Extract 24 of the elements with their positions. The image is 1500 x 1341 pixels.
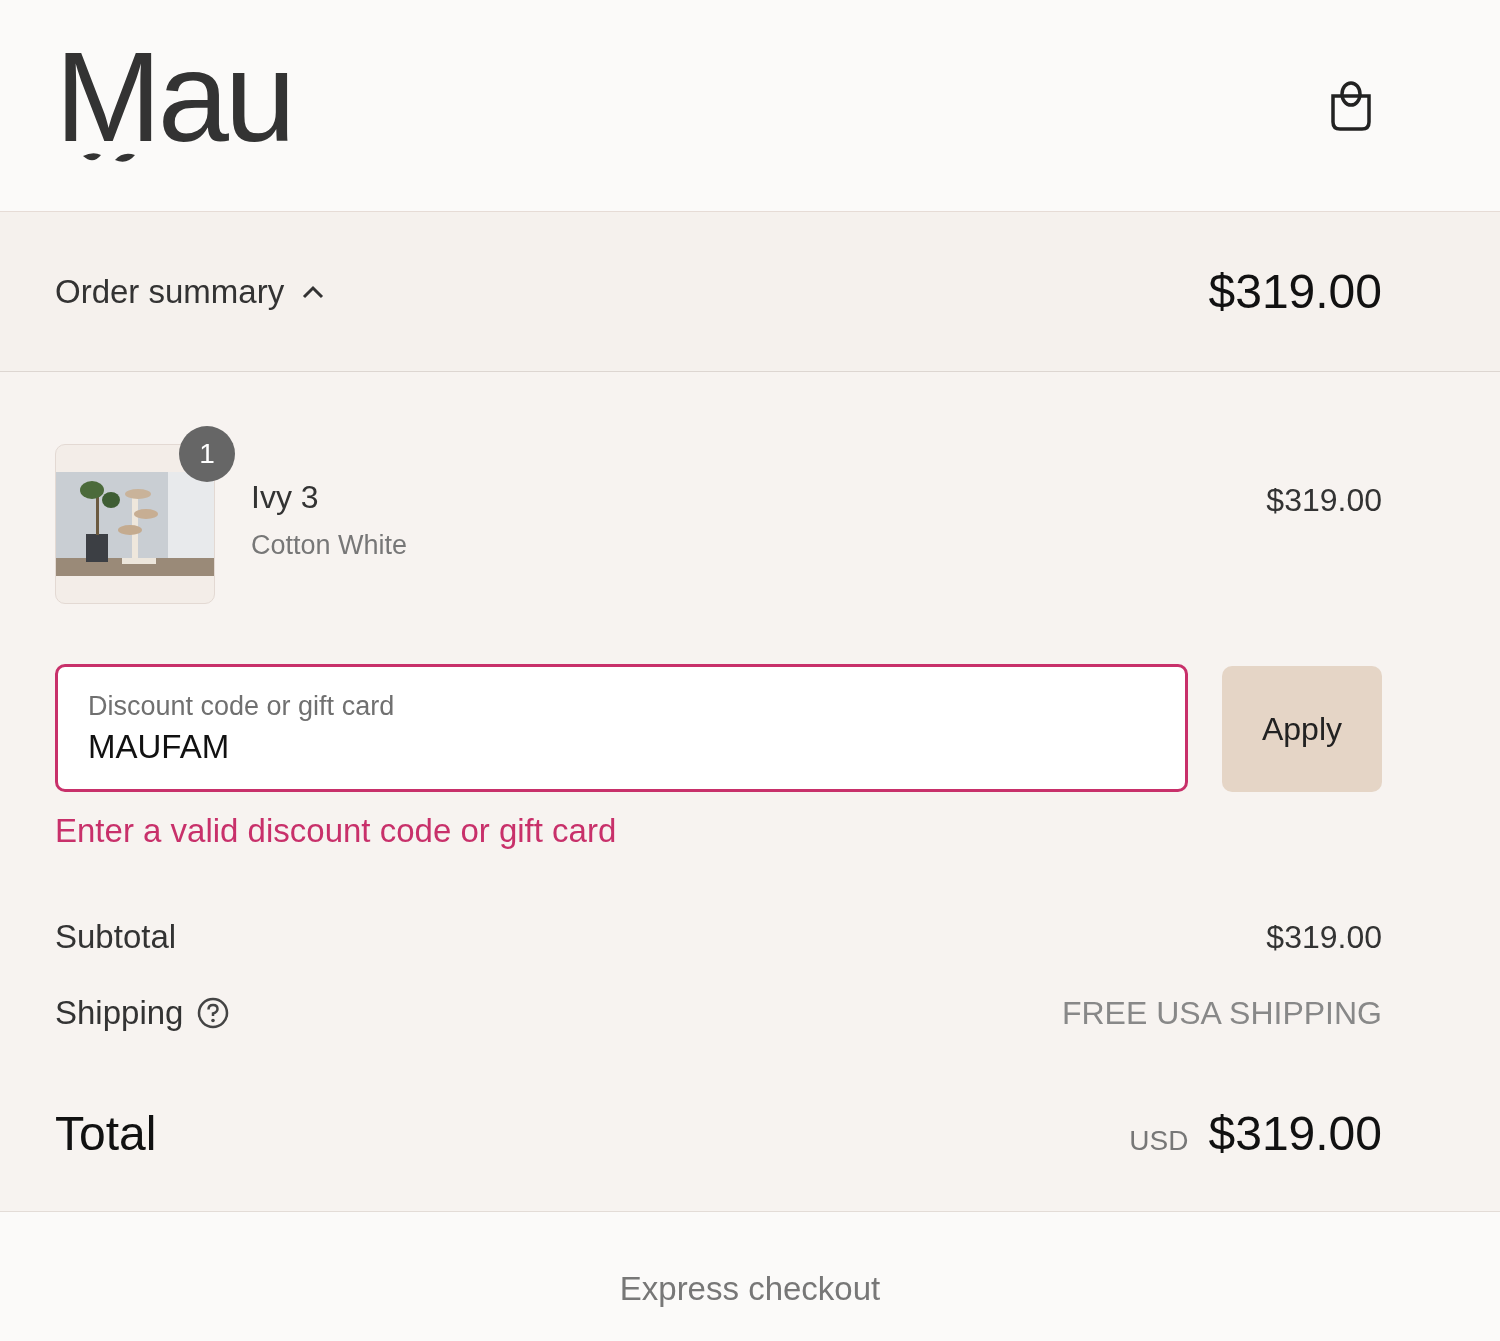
help-icon[interactable]	[197, 997, 230, 1029]
error-message: Enter a valid discount code or gift card	[55, 812, 618, 850]
discount-code-input[interactable]: MAUFAM	[88, 727, 1155, 766]
summary-total: $319.00	[1208, 264, 1382, 319]
product-name: Ivy 3	[251, 479, 320, 516]
logo[interactable]: Mau	[55, 46, 292, 147]
express-checkout-heading: Express checkout	[619, 1270, 881, 1308]
discount-field[interactable]: Discount code or gift card MAUFAM	[55, 664, 1188, 792]
line-value: $319.00	[1266, 918, 1382, 956]
product-variant: Cotton White	[251, 530, 409, 561]
currency-code: USD	[1129, 1125, 1189, 1157]
line-value: FREE USA SHIPPING	[1061, 994, 1382, 1032]
quantity-badge: 1	[179, 426, 235, 482]
apply-button[interactable]: Apply	[1222, 666, 1382, 792]
total-amount: $319.00	[1208, 1106, 1382, 1161]
line-label: Subtotal	[55, 918, 177, 956]
product-price: $319.00	[1266, 482, 1382, 519]
order-summary-toggle[interactable]: Order summary	[55, 272, 325, 311]
chevron-icon	[302, 284, 325, 299]
shopping-bag-icon[interactable]	[1330, 79, 1372, 132]
field-label: Discount code or gift card	[88, 690, 396, 722]
line-label: Shipping	[55, 994, 184, 1032]
leaf-icon	[81, 150, 137, 165]
total-label: Total	[55, 1106, 157, 1161]
